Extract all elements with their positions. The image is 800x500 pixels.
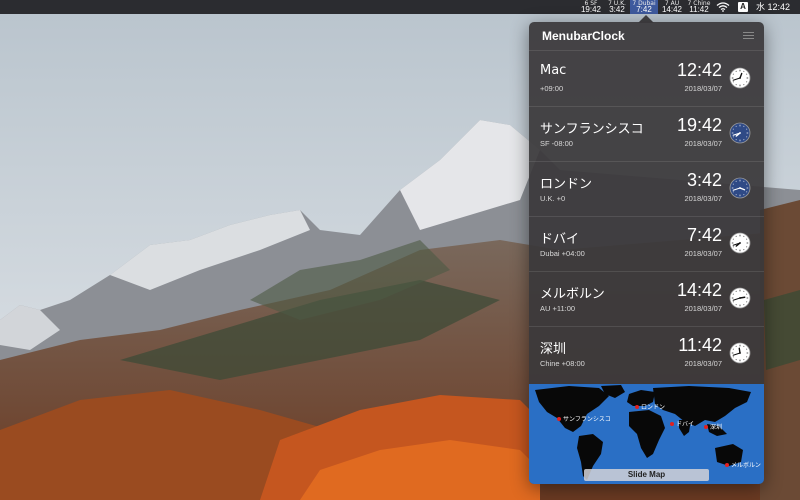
clock-date: 2018/03/07 <box>684 84 722 93</box>
input-source-indicator[interactable]: A <box>738 2 748 12</box>
slide-map-button[interactable]: Slide Map <box>584 469 709 481</box>
city-name: ロンドン <box>540 177 593 192</box>
clock-row-melbourne[interactable]: メルボルン AU +11:00 14:42 2018/03/07 <box>529 271 764 327</box>
analog-clock-icon <box>729 232 751 254</box>
analog-clock-icon <box>729 122 751 144</box>
menu-bar: 6 SF 19:42 7 U.K. 3:42 7 Dubai 7:42 7 AU… <box>0 0 800 14</box>
menubar-clock-uk[interactable]: 7 U.K. 3:42 <box>606 0 628 14</box>
clock-time: 11:42 <box>678 335 722 355</box>
clock-time: 12:42 <box>676 60 722 80</box>
clock-date: 2018/03/07 <box>684 194 722 203</box>
menubar-clock-au[interactable]: 7 AU 14:42 <box>660 0 684 14</box>
menubar-clock-time: 19:42 <box>580 5 602 14</box>
utc-offset: AU +11:00 <box>540 304 576 313</box>
map-label-sanfrancisco: サンフランシスコ <box>563 416 611 423</box>
wifi-icon[interactable] <box>716 2 730 12</box>
city-name: サンフランシスコ <box>540 122 644 137</box>
hamburger-menu-icon[interactable] <box>743 32 754 40</box>
clock-time: 14:42 <box>676 280 722 300</box>
clock-row-shenzhen[interactable]: 深圳 Chine +08:00 11:42 2018/03/07 <box>529 326 764 381</box>
analog-clock-icon <box>729 177 751 199</box>
map-dot-sanfrancisco <box>557 417 561 421</box>
analog-clock-icon <box>729 342 751 364</box>
clock-date: 2018/03/07 <box>684 249 722 258</box>
clock-row-london[interactable]: ロンドン U.K. +0 3:42 2018/03/07 <box>529 161 764 217</box>
menubar-clock-sf[interactable]: 6 SF 19:42 <box>578 0 604 14</box>
utc-offset: U.K. +0 <box>540 194 566 203</box>
utc-offset: +09:00 <box>540 84 564 93</box>
map-label-melbourne: メルボルン <box>731 462 761 469</box>
analog-clock-icon <box>729 287 751 309</box>
clock-date: 2018/03/07 <box>684 139 722 148</box>
clock-date: 2018/03/07 <box>684 359 722 368</box>
world-map[interactable]: サンフランシスコ ロンドン ドバイ 深圳 メルボルン Slide Map <box>529 384 764 484</box>
analog-clock-icon <box>729 67 751 89</box>
popover-header: MenubarClock <box>529 22 764 51</box>
utc-offset: Chine +08:00 <box>540 359 585 368</box>
map-label-shenzhen: 深圳 <box>710 424 723 431</box>
city-name: ドバイ <box>540 232 580 247</box>
clock-time: 7:42 <box>686 225 722 245</box>
clock-row-mac[interactable]: Mac +09:00 12:42 2018/03/07 <box>529 51 764 107</box>
map-label-dubai: ドバイ <box>676 421 695 428</box>
map-dot-shenzhen <box>704 425 708 429</box>
map-dot-dubai <box>670 422 674 426</box>
clock-date: 2018/03/07 <box>684 304 722 313</box>
menubar-clock-dubai[interactable]: 7 Dubai 7:42 <box>630 0 658 14</box>
clock-row-dubai[interactable]: ドバイ Dubai +04:00 7:42 2018/03/07 <box>529 216 764 272</box>
city-name: Mac <box>540 63 567 78</box>
clock-time: 3:42 <box>686 170 722 190</box>
clock-row-sanfrancisco[interactable]: サンフランシスコ SF -08:00 19:42 2018/03/07 <box>529 106 764 162</box>
utc-offset: SF -08:00 <box>540 139 573 148</box>
menubarclock-popover: MenubarClock Mac +09:00 12:42 2018/03/07… <box>529 22 764 484</box>
menubar-clock-time: 11:42 <box>689 5 709 14</box>
menubar-clock-time: 3:42 <box>609 5 625 14</box>
menubar-clock-time: 14:42 <box>661 5 683 14</box>
clock-time: 19:42 <box>676 115 722 135</box>
menubar-datetime[interactable]: 水 12:42 <box>756 0 790 14</box>
utc-offset: Dubai +04:00 <box>540 249 585 258</box>
popover-title: MenubarClock <box>542 29 625 43</box>
menubar-clock-chine[interactable]: 7 Chine 11:42 <box>686 0 712 14</box>
city-name: 深圳 <box>540 342 567 357</box>
map-label-london: ロンドン <box>641 404 666 411</box>
map-dot-london <box>635 405 639 409</box>
city-name: メルボルン <box>540 287 605 302</box>
menubar-clock-time: 7:42 <box>636 5 652 14</box>
map-dot-melbourne <box>725 463 729 467</box>
